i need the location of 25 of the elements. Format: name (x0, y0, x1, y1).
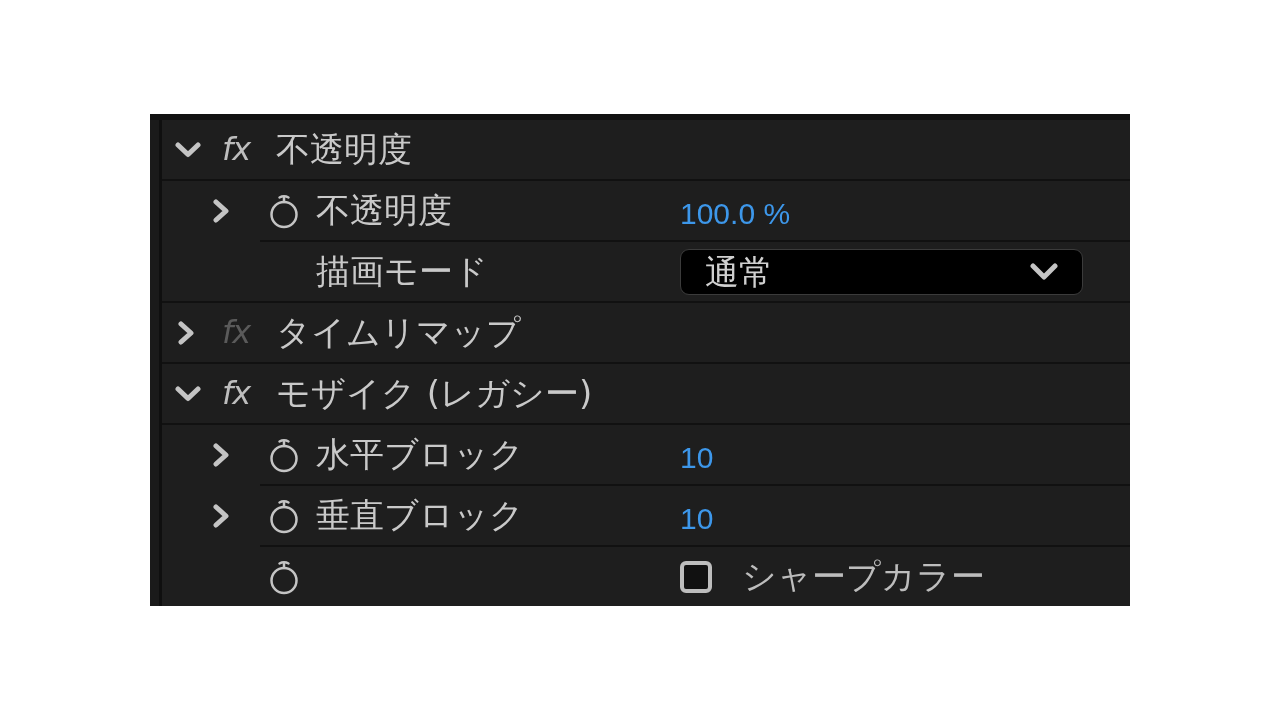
stopwatch-icon[interactable] (268, 192, 300, 229)
stopwatch-icon[interactable] (268, 558, 300, 595)
chevron-down-icon[interactable] (175, 141, 201, 158)
property-name: 不透明度 (316, 190, 452, 231)
stopwatch-icon[interactable] (268, 497, 300, 534)
chevron-right-icon[interactable] (213, 503, 231, 528)
fx-toggle[interactable]: fx (222, 375, 254, 412)
chevron-right-icon[interactable] (213, 198, 231, 223)
property-value[interactable]: 10 (680, 502, 714, 535)
mode-dropdown[interactable]: 通常 (680, 248, 1083, 295)
stopwatch-icon[interactable] (268, 436, 300, 473)
caret-icon (1030, 262, 1058, 281)
property-value[interactable]: 100.0 % (680, 197, 791, 230)
chevron-down-icon[interactable] (175, 385, 201, 402)
effect-name: 不透明度 (276, 129, 412, 170)
effect-name: モザイク (レガシー) (276, 373, 593, 414)
checkbox[interactable] (680, 560, 712, 593)
property-name: 水平ブロック (316, 434, 524, 475)
property-name: 描画モード (316, 251, 488, 292)
checkbox-label: シャープカラー (742, 556, 985, 597)
fx-toggle[interactable]: fx (222, 131, 254, 168)
effect-name: タイムリマップ (276, 312, 521, 353)
property-name: 垂直ブロック (316, 495, 524, 536)
chevron-right-icon[interactable] (213, 442, 231, 467)
property-value[interactable]: 10 (680, 441, 714, 474)
